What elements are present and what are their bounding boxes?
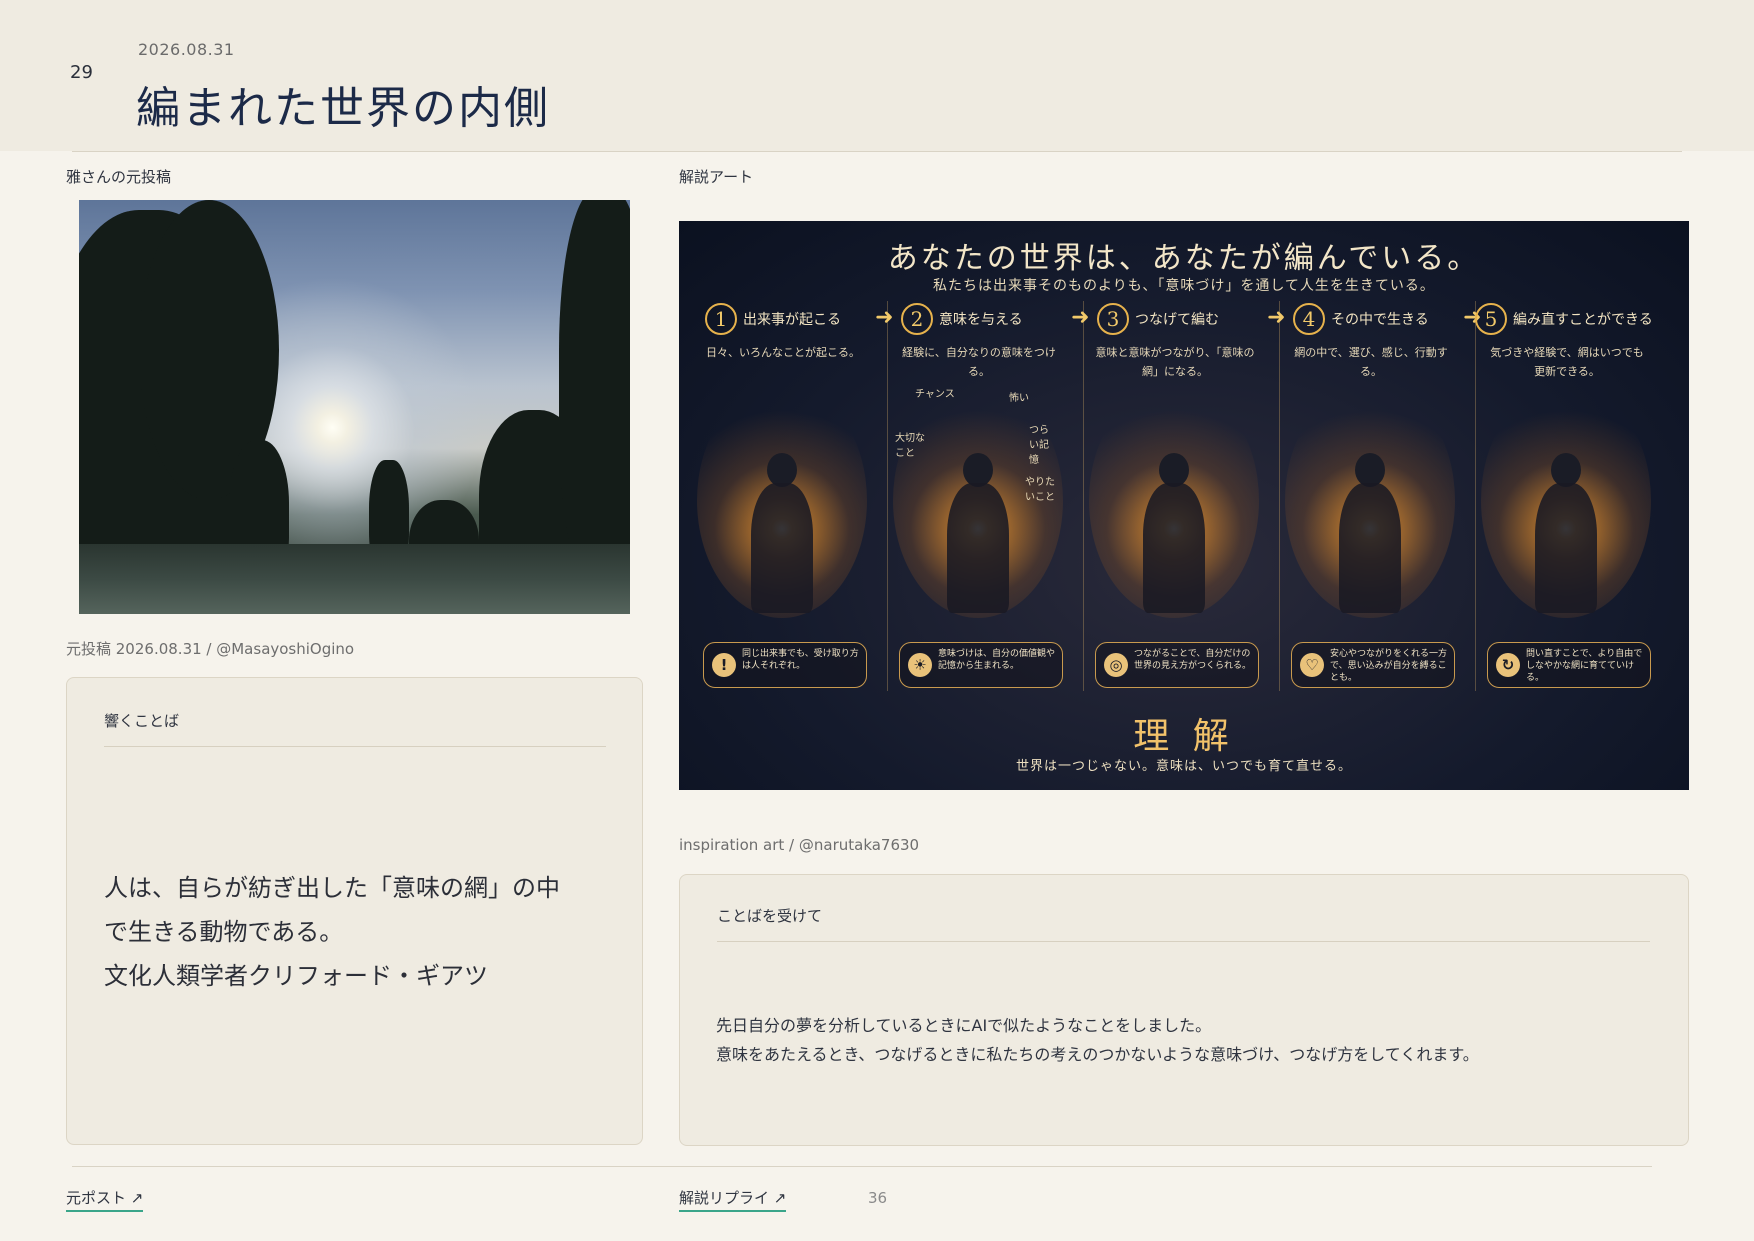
response-text: 先日自分の夢を分析しているときにAIで似たようなことをしました。 意味をあたえる…	[716, 1011, 1666, 1069]
step-note-text: 安心やつながりをくれる一方で、思い込みが自分を縛ることも。	[1330, 649, 1448, 683]
quote-line: で生きる動物である。	[104, 918, 344, 946]
person-silhouette	[1535, 453, 1597, 613]
page-title: 編まれた世界の内側	[136, 83, 550, 134]
step-note-text: つながることで、自分だけの世界の見え方がつくられる。	[1134, 649, 1252, 671]
thought-bubble: やりたいこと	[1025, 477, 1055, 503]
step-name: つなげて編む	[1135, 312, 1219, 328]
step-note-text: 同じ出来事でも、受け取り方は人それぞれ。	[742, 649, 859, 671]
explanation-reply-link[interactable]: 解説リプライ ↗	[679, 1187, 787, 1212]
refresh-icon: ↻	[1496, 653, 1520, 677]
thought-bubble: つらい記憶	[1029, 425, 1049, 466]
step-description: 気づきや経験で、網はいつでも更新できる。	[1490, 346, 1644, 378]
original-post-photo[interactable]	[79, 200, 630, 614]
step-description: 日々、いろんなことが起こる。	[706, 346, 860, 359]
original-post-link[interactable]: 元ポスト ↗	[66, 1187, 144, 1212]
person-silhouette	[1143, 453, 1205, 613]
person-silhouette	[751, 453, 813, 613]
step-1: 1 出来事が起こる 日々、いろんなことが起こる。 ! 同じ出来事でも、受け取り方は…	[683, 303, 879, 698]
step-note: ◎ つながることで、自分だけの世界の見え方がつくられる。	[1095, 642, 1259, 688]
quote-line: 人は、自らが紡ぎ出した「意味の網」の中	[104, 874, 560, 902]
step-2: 2 意味を与える 経験に、自分なりの意味をつける。 チャンス 怖い 大切なこと つ…	[879, 303, 1075, 698]
step-number: 2	[901, 303, 933, 335]
step-note: ! 同じ出来事でも、受け取り方は人それぞれ。	[703, 642, 867, 688]
page-header: 29 2026.08.31 編まれた世界の内側	[0, 0, 1754, 151]
original-post-label: 雅さんの元投稿	[66, 168, 172, 186]
art-subtitle: 私たちは出来事そのものよりも、「意味づけ」を通して人生を生きている。	[933, 278, 1435, 294]
step-number: 5	[1475, 303, 1507, 335]
card-title: 響くことば	[104, 712, 180, 730]
step-note-text: 問い直すことで、より自由でしなやかな網に育てていける。	[1526, 649, 1643, 683]
exclamation-icon: !	[712, 653, 736, 677]
original-post-caption: 元投稿 2026.08.31 / @MasayoshiOgino	[66, 640, 355, 658]
step-number: 3	[1097, 303, 1129, 335]
footer-divider	[72, 1166, 1652, 1167]
step-name: 意味を与える	[939, 312, 1023, 328]
page-number: 29	[70, 62, 93, 83]
yarn-icon: ◎	[1104, 653, 1128, 677]
reply-count: 36	[868, 1189, 888, 1207]
explanation-art[interactable]: あなたの世界は、あなたが編んでいる。 私たちは出来事そのものよりも、「意味づけ」…	[679, 221, 1689, 790]
response-line: 先日自分の夢を分析しているときにAIで似たようなことをしました。	[716, 1016, 1212, 1035]
step-description: 経験に、自分なりの意味をつける。	[902, 346, 1056, 378]
step-name: その中で生きる	[1331, 312, 1429, 328]
art-footer-subtitle: 世界は一つじゃない。意味は、いつでも育て直せる。	[1015, 759, 1352, 774]
thought-bubble: 大切なこと	[895, 433, 925, 459]
step-number: 4	[1293, 303, 1325, 335]
card-divider	[104, 746, 606, 747]
art-title: あなたの世界は、あなたが編んでいる。	[887, 241, 1481, 276]
step-number: 1	[705, 303, 737, 335]
response-line: 意味をあたえるとき、つなげるときに私たちの考えのつかないような意味づけ、つなげ方…	[716, 1045, 1479, 1064]
art-caption: inspiration art / @narutaka7630	[679, 836, 920, 854]
step-note: ↻ 問い直すことで、より自由でしなやかな網に育てていける。	[1487, 642, 1651, 688]
card-divider	[717, 941, 1650, 942]
post-date: 2026.08.31	[138, 40, 235, 59]
step-3: 3 つなげて編む 意味と意味がつながり、「意味の網」になる。 ◎ つながることで、…	[1075, 303, 1271, 698]
heart-icon: ♡	[1300, 653, 1324, 677]
response-card: ことばを受けて	[679, 874, 1689, 1146]
step-note: ☀ 意味づけは、自分の価値観や記憶から生まれる。	[899, 642, 1063, 688]
person-silhouette	[947, 453, 1009, 613]
step-note: ♡ 安心やつながりをくれる一方で、思い込みが自分を縛ることも。	[1291, 642, 1455, 688]
step-description: 網の中で、選び、感じ、行動する。	[1294, 346, 1448, 378]
person-silhouette	[1339, 453, 1401, 613]
step-name: 編み直すことができる	[1513, 312, 1653, 328]
step-name: 出来事が起こる	[743, 312, 841, 328]
quote-attribution: 文化人類学者クリフォード・ギアツ	[104, 962, 488, 990]
step-4: 4 その中で生きる 網の中で、選び、感じ、行動する。 ♡ 安心やつながりをくれる一…	[1271, 303, 1467, 698]
lightbulb-icon: ☀	[908, 653, 932, 677]
step-note-text: 意味づけは、自分の価値観や記憶から生まれる。	[938, 649, 1056, 671]
step-description: 意味と意味がつながり、「意味の網」になる。	[1095, 346, 1255, 378]
thought-bubble: チャンス	[915, 389, 955, 400]
step-5: 5 編み直すことができる 気づきや経験で、網はいつでも更新できる。 ↻ 問い直すこ…	[1467, 303, 1663, 698]
header-divider	[72, 151, 1682, 152]
thought-bubble: 怖い	[1009, 393, 1029, 404]
card-title: ことばを受けて	[717, 907, 823, 925]
art-footer-title: 理 解	[1133, 716, 1235, 757]
quote-text: 人は、自らが紡ぎ出した「意味の網」の中 で生きる動物である。 文化人類学者クリフ…	[104, 866, 614, 998]
explanation-art-label: 解説アート	[679, 168, 754, 186]
